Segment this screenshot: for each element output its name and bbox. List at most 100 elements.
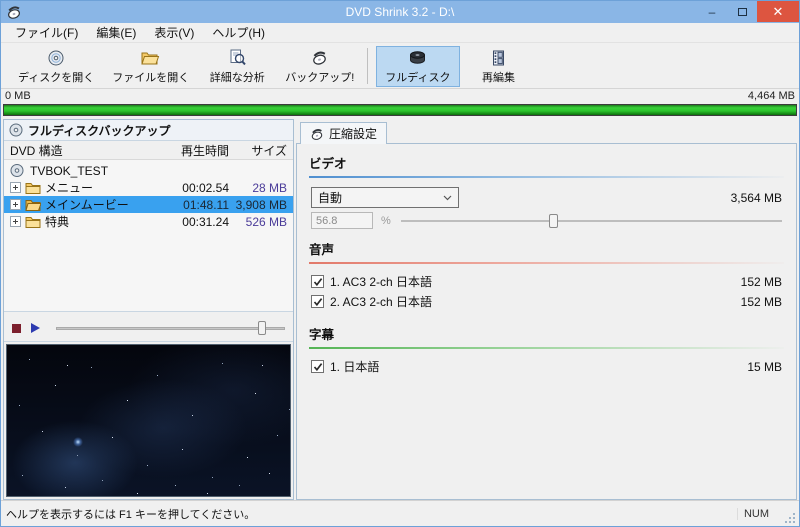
preview-controls	[4, 315, 293, 342]
subtitle-track-checkbox[interactable]	[311, 360, 324, 373]
video-target-size: 3,564 MB	[731, 191, 782, 205]
compression-panel: 圧縮設定 ビデオ 自動 3,564 MB %	[296, 119, 797, 500]
backup-panel: フルディスクバックアップ DVD 構造 再生時間 サイズ TVBOK_TEST	[3, 119, 294, 500]
tab-label: 圧縮設定	[329, 125, 377, 142]
deep-analysis-button[interactable]: 詳細な分析	[198, 46, 276, 87]
open-disc-icon	[46, 49, 66, 67]
video-section-header: ビデオ	[309, 153, 784, 172]
backup-panel-title: フルディスクバックアップ	[28, 122, 171, 139]
open-files-button[interactable]: ファイルを開く	[103, 46, 198, 87]
bright-star	[73, 437, 83, 447]
check-icon	[313, 362, 323, 372]
subtitle-track-label: 1. 日本語	[330, 358, 747, 375]
toolbar: ディスクを開く ファイルを開く 詳細な分析	[1, 44, 799, 89]
tree-row-label: メニュー	[45, 179, 163, 196]
shrink-icon	[310, 127, 324, 141]
folder-open-icon	[25, 198, 41, 211]
tab-compression-settings[interactable]: 圧縮設定	[300, 122, 387, 144]
tree-row-root[interactable]: TVBOK_TEST	[4, 162, 293, 179]
audio-track-checkbox[interactable]	[311, 275, 324, 288]
menu-file[interactable]: ファイル(F)	[7, 22, 86, 43]
tree-row-menu[interactable]: メニュー 00:02.54 28 MB	[4, 179, 293, 196]
play-button[interactable]	[31, 323, 40, 333]
toolbar-separator	[367, 48, 368, 84]
expand-icon[interactable]	[10, 182, 21, 193]
audio-section-rule	[309, 262, 784, 264]
analysis-icon	[227, 49, 247, 67]
video-preview	[6, 344, 291, 497]
video-mode-value: 自動	[318, 189, 342, 206]
percent-unit-label: %	[381, 215, 391, 227]
starfield	[7, 345, 8, 346]
audio-track-size: 152 MB	[741, 295, 782, 309]
close-button[interactable]: ✕	[757, 1, 799, 22]
maximize-button[interactable]	[727, 1, 757, 22]
capacity-max-label: 4,464 MB	[748, 90, 795, 103]
folder-icon	[25, 215, 41, 228]
compression-percent-input[interactable]	[311, 212, 373, 229]
re-edit-icon	[489, 49, 509, 67]
backup-button[interactable]: バックアップ!	[276, 46, 363, 87]
tree-row-label: TVBOK_TEST	[30, 164, 163, 178]
re-author-button[interactable]: 再編集	[460, 46, 538, 87]
full-disc-icon	[408, 49, 428, 67]
column-dvd-structure[interactable]: DVD 構造	[10, 142, 157, 159]
disc-icon	[10, 164, 26, 177]
check-icon	[313, 297, 323, 307]
title-bar: DVD Shrink 3.2 - D:\ – ✕	[1, 1, 799, 23]
open-disc-button[interactable]: ディスクを開く	[9, 46, 103, 87]
audio-section-header: 音声	[309, 239, 784, 258]
dvd-structure-tree: TVBOK_TEST メニュー 00:02.54 28 MB	[4, 160, 293, 312]
seek-track[interactable]	[56, 327, 285, 330]
menu-bar: ファイル(F) 編集(E) 表示(V) ヘルプ(H)	[1, 23, 799, 43]
slider-track[interactable]	[401, 220, 782, 222]
seek-slider[interactable]	[56, 321, 285, 335]
tree-row-main-movie[interactable]: メインムービー 01:48.11 3,908 MB	[4, 196, 293, 213]
status-help-text: ヘルプを表示するには F1 キーを押してください。	[1, 506, 737, 522]
menu-help[interactable]: ヘルプ(H)	[204, 22, 273, 43]
menu-view[interactable]: 表示(V)	[146, 22, 202, 43]
tree-row-extras[interactable]: 特典 00:31.24 526 MB	[4, 213, 293, 230]
tree-column-headers: DVD 構造 再生時間 サイズ	[4, 141, 293, 160]
expand-icon[interactable]	[10, 199, 21, 210]
audio-track-row: 1. AC3 2-ch 日本語 152 MB	[311, 273, 782, 290]
disc-icon	[9, 123, 23, 137]
minimize-button[interactable]: –	[697, 1, 727, 22]
subtitle-track-row: 1. 日本語 15 MB	[311, 358, 782, 375]
dvd-shrink-window: DVD Shrink 3.2 - D:\ – ✕ ファイル(F) 編集(E) 表…	[0, 0, 800, 527]
full-disc-button[interactable]: フルディスク	[376, 46, 459, 87]
folder-icon	[25, 181, 41, 194]
chevron-down-icon	[443, 195, 452, 201]
expand-icon[interactable]	[10, 216, 21, 227]
backup-icon	[310, 49, 330, 67]
num-lock-indicator: NUM	[737, 508, 775, 520]
compression-slider[interactable]	[401, 213, 782, 228]
status-bar: ヘルプを表示するには F1 キーを押してください。 NUM	[1, 500, 799, 526]
backup-panel-header: フルディスクバックアップ	[4, 120, 293, 141]
resize-grip[interactable]	[781, 509, 797, 525]
subtitle-section-header: 字幕	[309, 324, 784, 343]
audio-track-label: 1. AC3 2-ch 日本語	[330, 273, 741, 290]
audio-track-size: 152 MB	[741, 275, 782, 289]
column-size[interactable]: サイズ	[229, 142, 287, 159]
video-section-rule	[309, 176, 784, 178]
column-duration[interactable]: 再生時間	[157, 142, 229, 159]
check-icon	[313, 277, 323, 287]
stop-button[interactable]	[12, 324, 21, 333]
video-mode-select[interactable]: 自動	[311, 187, 459, 208]
tree-row-label: メインムービー	[45, 196, 163, 213]
capacity-labels: 0 MB 4,464 MB	[5, 90, 795, 103]
slider-thumb[interactable]	[549, 214, 558, 228]
window-title: DVD Shrink 3.2 - D:\	[1, 5, 799, 19]
menu-edit[interactable]: 編集(E)	[88, 22, 144, 43]
audio-track-label: 2. AC3 2-ch 日本語	[330, 293, 741, 310]
main-area: フルディスクバックアップ DVD 構造 再生時間 サイズ TVBOK_TEST	[1, 119, 799, 500]
open-file-icon	[141, 49, 161, 67]
seek-thumb[interactable]	[258, 321, 266, 335]
capacity-bar	[3, 104, 797, 116]
subtitle-section-rule	[309, 347, 784, 349]
audio-track-row: 2. AC3 2-ch 日本語 152 MB	[311, 293, 782, 310]
tree-row-label: 特典	[45, 213, 163, 230]
audio-track-checkbox[interactable]	[311, 295, 324, 308]
subtitle-track-size: 15 MB	[747, 360, 782, 374]
